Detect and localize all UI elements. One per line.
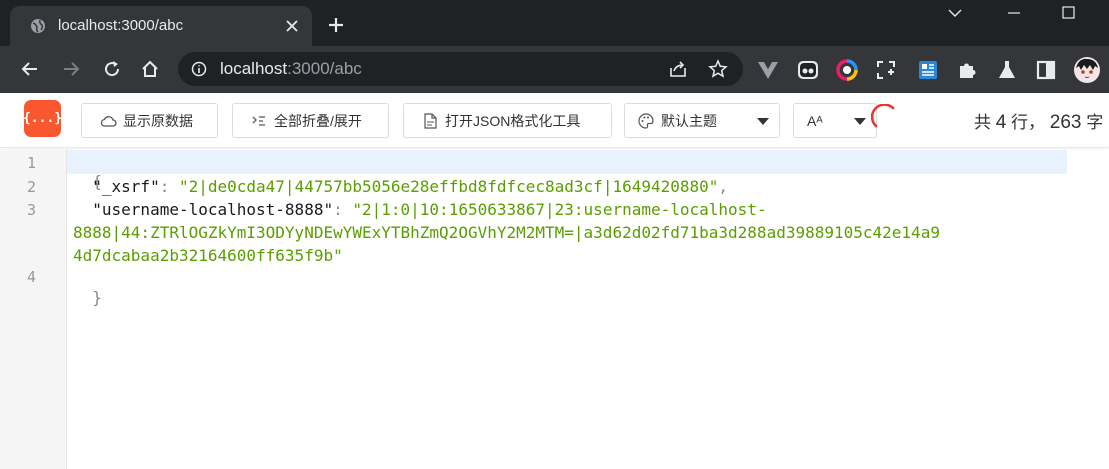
collapse-tree-icon	[252, 115, 265, 126]
share-icon[interactable]	[668, 60, 688, 78]
show-raw-data-label: 显示原数据	[123, 112, 193, 129]
collapse-expand-all-button[interactable]: 全部折叠/展开	[232, 103, 389, 138]
tab-search-chevron-icon[interactable]	[944, 4, 966, 22]
json-string-value: "2|de0cda47|44757bb5056e28effbd8fdfcec8a…	[178, 177, 719, 196]
address-bar[interactable]: localhost:3000/abc	[178, 52, 743, 86]
minimize-window-icon[interactable]	[1003, 4, 1025, 22]
tab-title: localhost:3000/abc	[58, 17, 184, 34]
loading-spinner-icon	[871, 104, 895, 128]
json-file-icon	[424, 112, 437, 129]
line-number: 2	[26, 178, 36, 196]
json-viewer-logo: {...}	[23, 100, 62, 137]
color-picker-icon[interactable]	[835, 58, 859, 82]
code-line-4[interactable]: }	[73, 269, 102, 307]
close-tab-icon[interactable]	[282, 16, 302, 36]
open-json-formatter-label: 打开JSON格式化工具	[445, 112, 581, 129]
back-button[interactable]	[17, 56, 43, 82]
show-raw-data-button[interactable]: 显示原数据	[81, 103, 218, 138]
line-count: 4	[995, 112, 1007, 133]
tab-strip: localhost:3000/abc	[0, 0, 1109, 46]
extension-mask-icon[interactable]	[796, 58, 820, 82]
code-line-3-wrap-1[interactable]: 8888|44:ZTRlOGZkYmI3ODYyNDEwYWExYTBhZmQ2…	[73, 223, 940, 242]
theme-select[interactable]: 默认主题	[624, 103, 780, 138]
json-key: "_xsrf"	[92, 177, 160, 196]
line-number-gutter: 1 2 3 4	[0, 149, 67, 469]
vue-devtools-icon[interactable]	[756, 58, 780, 82]
json-string-value: "2|1:0|10:1650633867|23:username-localho…	[352, 200, 767, 219]
json-viewer-header: {...} 显示原数据 全部折叠/展开 打开JSON格式化工具 默认主题 Aᴬ	[0, 93, 1109, 148]
line-number: 4	[26, 268, 36, 286]
flask-icon[interactable]	[995, 58, 1019, 82]
code-line-3-wrap-2[interactable]: 4d7dcabaa2b32164600ff635f9b"	[73, 246, 343, 265]
line-number: 1	[26, 154, 36, 172]
arrow-left-icon	[21, 62, 37, 76]
palette-icon	[638, 112, 654, 129]
profile-avatar-icon[interactable]	[1073, 56, 1101, 84]
chevron-down-icon	[757, 118, 769, 125]
maximize-window-icon[interactable]	[1057, 4, 1079, 22]
reload-icon	[105, 61, 120, 77]
forward-button[interactable]	[58, 56, 84, 82]
font-size-select-value: Aᴬ	[807, 112, 823, 129]
chevron-down-icon	[854, 118, 866, 125]
stats-prefix: 共	[974, 113, 991, 132]
json-key: "username-localhost-8888"	[92, 200, 334, 219]
char-count: 263	[1049, 112, 1082, 133]
reload-button[interactable]	[99, 56, 125, 82]
line-unit: 行，	[1011, 113, 1046, 132]
side-panel-icon[interactable]	[1034, 58, 1058, 82]
screenshot-crop-icon[interactable]	[874, 58, 898, 82]
url-text: localhost:3000/abc	[220, 59, 362, 78]
open-json-formatter-button[interactable]: 打开JSON格式化工具	[403, 103, 612, 138]
cloud-icon	[100, 115, 117, 127]
bookmark-star-icon[interactable]	[708, 59, 728, 79]
extensions-puzzle-icon[interactable]	[955, 58, 979, 82]
theme-select-value: 默认主题	[661, 112, 717, 129]
globe-icon	[31, 19, 45, 33]
char-unit: 字	[1086, 113, 1104, 132]
new-tab-plus-icon[interactable]	[326, 15, 346, 35]
close-brace: }	[92, 288, 102, 307]
code-line-2[interactable]: "_xsrf": "2|de0cda47|44757bb5056e28effbd…	[73, 177, 728, 196]
info-icon[interactable]	[191, 61, 207, 77]
collapse-expand-all-label: 全部折叠/展开	[274, 112, 362, 129]
active-line-highlight	[67, 150, 1067, 174]
home-button[interactable]	[137, 56, 163, 82]
line-number: 3	[26, 201, 36, 219]
code-line-3[interactable]: "username-localhost-8888": "2|1:0|10:165…	[73, 200, 767, 219]
json-stats: 共 4 行， 263 字	[974, 108, 1103, 134]
font-size-select[interactable]: Aᴬ	[793, 103, 877, 138]
browser-toolbar: localhost:3000/abc	[0, 46, 1109, 93]
home-icon	[142, 60, 158, 77]
arrow-right-icon	[64, 62, 80, 76]
browser-tab[interactable]: localhost:3000/abc	[10, 6, 312, 46]
json-viewer-extension-icon[interactable]	[916, 58, 940, 82]
